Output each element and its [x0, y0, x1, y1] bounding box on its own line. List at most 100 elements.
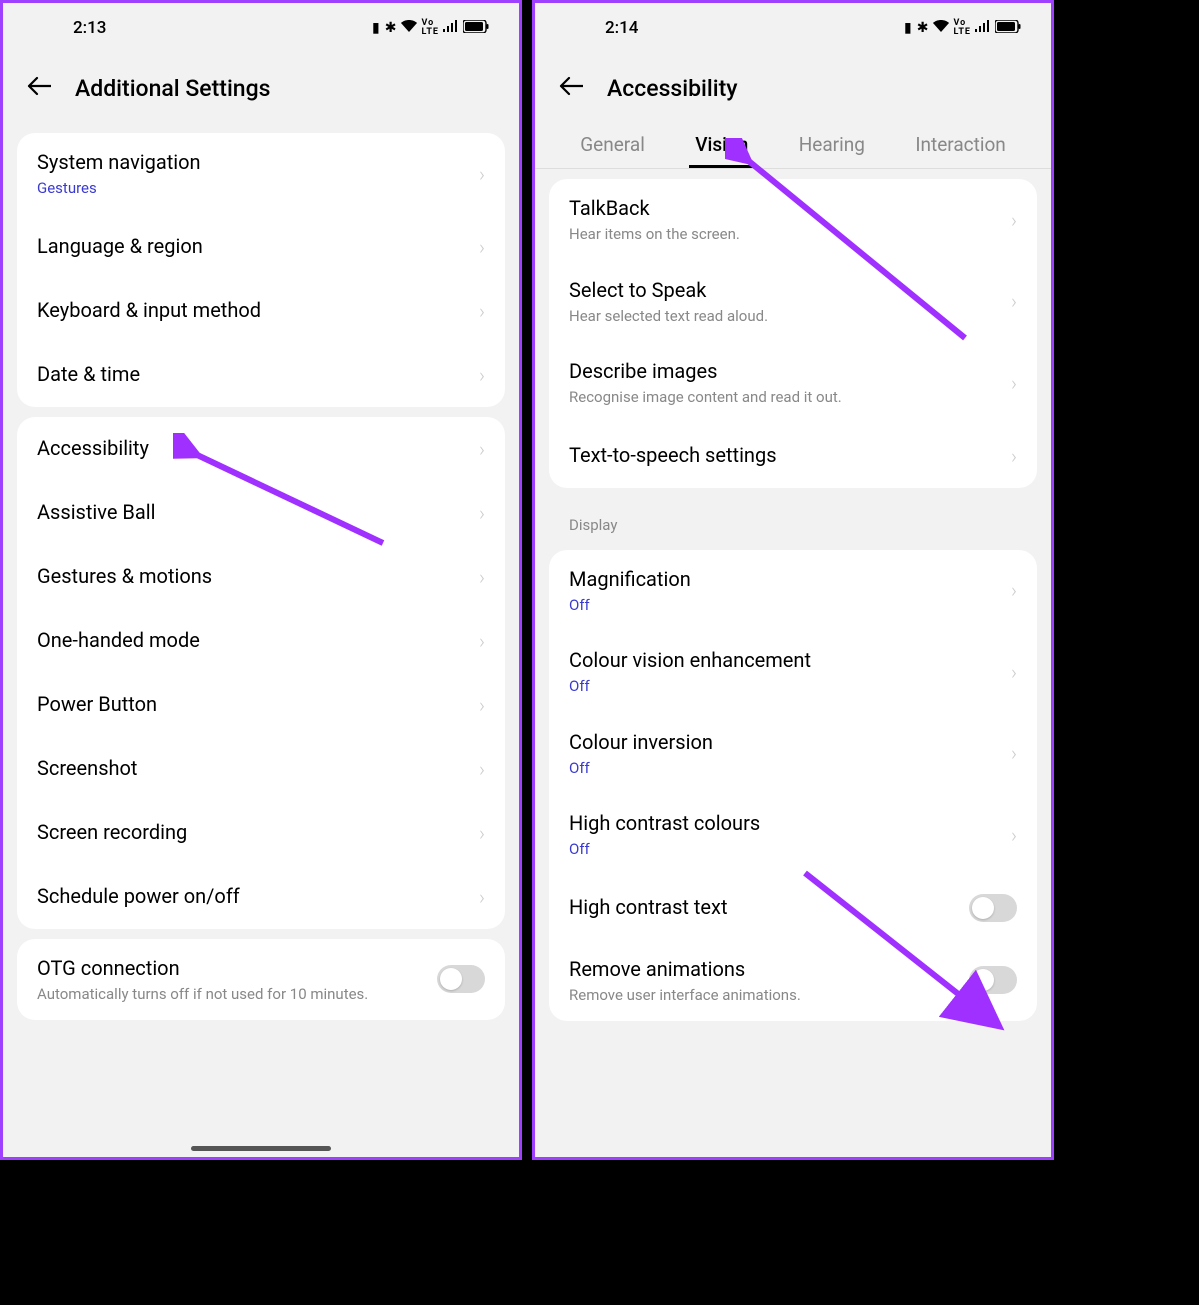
toggle-switch[interactable]: [437, 965, 485, 993]
tab-vision[interactable]: Vision: [689, 123, 754, 168]
status-bar: 2:13 ▮ ✱ VoLTE: [3, 3, 519, 53]
home-indicator[interactable]: [191, 1146, 331, 1151]
settings-row-describe-images[interactable]: Describe imagesRecognise image content a…: [549, 342, 1037, 424]
tabs: General Vision Hearing Interaction: [535, 123, 1051, 169]
settings-row-screen-recording[interactable]: Screen recording›: [17, 801, 505, 865]
settings-row-keyboard-input-method[interactable]: Keyboard & input method›: [17, 279, 505, 343]
back-button[interactable]: [555, 71, 587, 105]
section-label-display: Display: [535, 498, 1051, 540]
settings-row-language-region[interactable]: Language & region›: [17, 215, 505, 279]
status-time: 2:13: [33, 18, 106, 38]
row-body: Screenshot: [37, 755, 471, 782]
tab-general[interactable]: General: [574, 123, 651, 168]
settings-row-schedule-power-on-off[interactable]: Schedule power on/off›: [17, 865, 505, 929]
row-title: TalkBack: [569, 195, 1003, 222]
title-bar: Accessibility: [535, 53, 1051, 123]
row-title: Magnification: [569, 566, 1003, 593]
row-body: Keyboard & input method: [37, 297, 471, 324]
settings-row-date-time[interactable]: Date & time›: [17, 343, 505, 407]
tab-hearing[interactable]: Hearing: [793, 123, 871, 168]
row-body: One-handed mode: [37, 627, 471, 654]
row-title: High contrast text: [569, 894, 969, 921]
row-title: Screen recording: [37, 819, 471, 846]
row-title: Date & time: [37, 361, 471, 388]
row-body: Power Button: [37, 691, 471, 718]
signal-icon: [975, 20, 991, 36]
settings-row-accessibility[interactable]: Accessibility›: [17, 417, 505, 481]
row-title: Colour inversion: [569, 729, 1003, 756]
row-title: Remove animations: [569, 956, 969, 983]
row-title: Language & region: [37, 233, 471, 260]
row-title: Keyboard & input method: [37, 297, 471, 324]
toggle-switch[interactable]: [969, 894, 1017, 922]
tab-interaction[interactable]: Interaction: [909, 123, 1011, 168]
row-body: High contrast text: [569, 894, 969, 921]
chevron-right-icon: ›: [471, 235, 485, 259]
settings-row-colour-inversion[interactable]: Colour inversionOff›: [549, 713, 1037, 795]
settings-row-high-contrast-colours[interactable]: High contrast colours Off›: [549, 794, 1037, 876]
bluetooth-icon: ✱: [917, 20, 930, 36]
row-title: Select to Speak: [569, 277, 1003, 304]
settings-row-select-to-speak[interactable]: Select to SpeakHear selected text read a…: [549, 261, 1037, 343]
battery-icon: [463, 20, 489, 37]
row-title: System navigation: [37, 149, 471, 176]
row-subtitle: Gestures: [37, 179, 471, 199]
row-title: One-handed mode: [37, 627, 471, 654]
settings-group-3: OTG connection Automatically turns off if…: [17, 939, 505, 1021]
battery-icon: [995, 20, 1021, 37]
wifi-icon: [401, 20, 417, 36]
status-bar: 2:14 ▮ ✱ VoLTE: [535, 3, 1051, 53]
chevron-right-icon: ›: [1003, 208, 1017, 232]
settings-row-gestures-motions[interactable]: Gestures & motions›: [17, 545, 505, 609]
settings-row-power-button[interactable]: Power Button›: [17, 673, 505, 737]
settings-row-magnification[interactable]: MagnificationOff›: [549, 550, 1037, 632]
volte-icon: VoLTE: [953, 19, 971, 37]
settings-row-one-handed-mode[interactable]: One-handed mode›: [17, 609, 505, 673]
row-body: Text-to-speech settings: [569, 442, 1003, 469]
row-subtitle: Off: [569, 840, 1003, 860]
bluetooth-icon: ✱: [385, 20, 398, 36]
row-body: Remove animationsRemove user interface a…: [569, 956, 969, 1006]
chevron-right-icon: ›: [1003, 444, 1017, 468]
volte-icon: VoLTE: [421, 19, 439, 37]
chevron-right-icon: ›: [471, 757, 485, 781]
row-title: High contrast colours: [569, 810, 1003, 837]
settings-row-text-to-speech-settings[interactable]: Text-to-speech settings›: [549, 424, 1037, 488]
page-title: Additional Settings: [75, 75, 271, 102]
chevron-right-icon: ›: [471, 565, 485, 589]
row-title: Assistive Ball: [37, 499, 471, 526]
settings-row-talkback[interactable]: TalkBackHear items on the screen.›: [549, 179, 1037, 261]
settings-row-colour-vision-enhancement[interactable]: Colour vision enhancementOff›: [549, 631, 1037, 713]
settings-row-otg-connection[interactable]: OTG connection Automatically turns off if…: [17, 939, 505, 1021]
title-bar: Additional Settings: [3, 53, 519, 123]
chevron-right-icon: ›: [471, 299, 485, 323]
row-subtitle: Off: [569, 677, 1003, 697]
chevron-right-icon: ›: [471, 363, 485, 387]
row-body: Screen recording: [37, 819, 471, 846]
row-title: Text-to-speech settings: [569, 442, 1003, 469]
chevron-right-icon: ›: [471, 629, 485, 653]
settings-row-assistive-ball[interactable]: Assistive Ball›: [17, 481, 505, 545]
back-button[interactable]: [23, 71, 55, 105]
chevron-right-icon: ›: [471, 501, 485, 525]
toggle-switch[interactable]: [969, 966, 1017, 994]
row-body: Select to SpeakHear selected text read a…: [569, 277, 1003, 327]
row-title: OTG connection: [37, 955, 437, 982]
row-title: Accessibility: [37, 435, 471, 462]
chevron-right-icon: ›: [1003, 660, 1017, 684]
settings-row-system-navigation[interactable]: System navigation Gestures›: [17, 133, 505, 215]
chevron-right-icon: ›: [1003, 741, 1017, 765]
chevron-right-icon: ›: [471, 162, 485, 186]
settings-row-high-contrast-text[interactable]: High contrast text: [549, 876, 1037, 940]
signal-icon: [443, 20, 459, 36]
row-title: Screenshot: [37, 755, 471, 782]
chevron-right-icon: ›: [471, 693, 485, 717]
row-subtitle: Automatically turns off if not used for …: [37, 985, 437, 1005]
chevron-right-icon: ›: [1003, 823, 1017, 847]
row-body: OTG connection Automatically turns off if…: [37, 955, 437, 1005]
row-body: Describe imagesRecognise image content a…: [569, 358, 1003, 408]
chevron-right-icon: ›: [1003, 289, 1017, 313]
row-body: Gestures & motions: [37, 563, 471, 590]
settings-row-remove-animations[interactable]: Remove animationsRemove user interface a…: [549, 940, 1037, 1022]
settings-row-screenshot[interactable]: Screenshot›: [17, 737, 505, 801]
